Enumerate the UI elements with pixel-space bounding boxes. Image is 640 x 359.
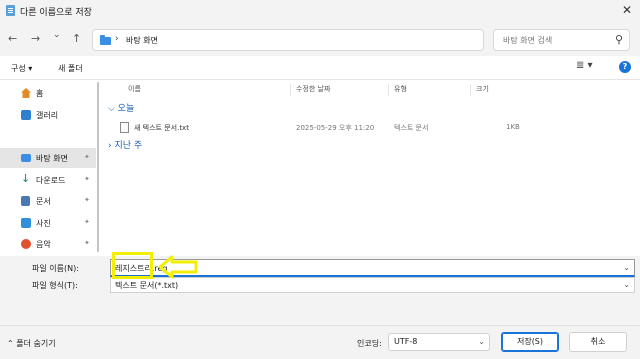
file-modified: 2025-05-29 오후 11:20 bbox=[296, 124, 375, 132]
column-header-modified[interactable]: 수정한 날짜 bbox=[296, 84, 330, 94]
file-list: 이름 수정한 날짜 유형 크기 ⌵ 오늘 새 텍스트 문서.txt 2025-0… bbox=[100, 80, 640, 256]
chevron-right-icon[interactable]: › bbox=[115, 34, 119, 44]
bottom-bar: ⌃ 폴더 숨기기 인코딩: UTF-8 ⌄ 저장(S) 취소 bbox=[0, 325, 640, 359]
cancel-button[interactable]: 취소 bbox=[569, 332, 627, 352]
pictures-icon bbox=[21, 218, 31, 228]
home-icon bbox=[21, 88, 31, 98]
navigation-pane: 홈 갤러리 바탕 화면 ✦ ↓ 다운로드 ✦ 문서 ✦ 사진 ✦ 음악 ✦ bbox=[0, 80, 100, 256]
file-type: 텍스트 문서 bbox=[394, 124, 429, 132]
column-divider[interactable] bbox=[470, 84, 471, 96]
search-input[interactable]: 바탕 화면 검색 bbox=[503, 35, 552, 46]
filename-label: 파일 이름(N): bbox=[32, 264, 79, 273]
file-row[interactable]: 새 텍스트 문서.txt 2025-05-29 오후 11:20 텍스트 문서 … bbox=[100, 121, 640, 137]
encoding-value[interactable]: UTF-8 bbox=[394, 337, 417, 346]
encoding-label: 인코딩: bbox=[357, 339, 382, 348]
desktop-icon bbox=[21, 154, 31, 162]
view-options-icon[interactable]: ≣ ▾ bbox=[576, 60, 593, 71]
chevron-down-icon[interactable]: ⌄ bbox=[623, 280, 630, 289]
command-toolbar: 구성 ▾ 새 폴더 ≣ ▾ ? bbox=[0, 56, 640, 80]
save-button[interactable]: 저장(S) bbox=[501, 332, 559, 352]
up-arrow-icon[interactable]: ↑ bbox=[72, 32, 81, 45]
recent-locations-icon[interactable]: ⌄ bbox=[53, 30, 61, 40]
sidebar-item-label: 다운로드 bbox=[36, 176, 66, 185]
filetype-label: 파일 형식(T): bbox=[32, 281, 78, 290]
sidebar-item-downloads[interactable]: ↓ 다운로드 ✦ bbox=[0, 170, 96, 190]
chevron-down-icon[interactable]: ⌄ bbox=[623, 263, 630, 272]
back-arrow-icon[interactable]: ← bbox=[8, 32, 17, 45]
pin-icon[interactable]: ✦ bbox=[84, 218, 90, 226]
search-box[interactable]: 바탕 화면 검색 ⚲ bbox=[493, 29, 630, 51]
breadcrumb-desktop[interactable]: 바탕 화면 bbox=[126, 35, 158, 46]
download-icon: ↓ bbox=[21, 172, 31, 185]
column-header-name[interactable]: 이름 bbox=[128, 84, 141, 94]
pin-icon[interactable]: ✦ bbox=[84, 175, 90, 183]
group-header-today[interactable]: ⌵ 오늘 bbox=[108, 101, 134, 114]
highlight-box bbox=[112, 252, 153, 279]
pin-icon[interactable]: ✦ bbox=[84, 153, 90, 161]
pin-icon[interactable]: ✦ bbox=[84, 239, 90, 247]
column-header-size[interactable]: 크기 bbox=[476, 84, 489, 94]
sidebar-item-label: 음악 bbox=[36, 240, 51, 249]
desktop-folder-icon bbox=[100, 35, 111, 45]
window-title: 다른 이름으로 저장 bbox=[20, 8, 92, 18]
left-arrow-icon bbox=[158, 255, 198, 279]
documents-icon bbox=[21, 196, 30, 206]
group-header-last-week[interactable]: › 지난 주 bbox=[108, 138, 142, 151]
text-file-icon bbox=[120, 122, 129, 133]
new-folder-button[interactable]: 새 폴더 bbox=[58, 63, 83, 74]
music-icon bbox=[21, 239, 31, 249]
sidebar-item-gallery[interactable]: 갤러리 bbox=[0, 105, 96, 125]
sidebar-item-home[interactable]: 홈 bbox=[0, 83, 96, 103]
column-divider[interactable] bbox=[290, 84, 291, 96]
sidebar-item-documents[interactable]: 문서 ✦ bbox=[0, 191, 96, 211]
column-divider[interactable] bbox=[388, 84, 389, 96]
save-form: 파일 이름(N): 레지스트리.reg ⌄ 파일 형식(T): 텍스트 문서(*… bbox=[0, 256, 640, 359]
sidebar-item-label: 바탕 화면 bbox=[36, 154, 68, 163]
close-button[interactable]: ✕ bbox=[622, 3, 632, 17]
help-icon[interactable]: ? bbox=[619, 61, 631, 73]
file-name: 새 텍스트 문서.txt bbox=[134, 124, 189, 132]
sidebar-item-label: 문서 bbox=[36, 197, 51, 206]
notepad-icon bbox=[6, 5, 15, 16]
sidebar-item-label: 사진 bbox=[36, 219, 51, 228]
encoding-select[interactable]: UTF-8 ⌄ bbox=[388, 333, 490, 351]
organize-button[interactable]: 구성 ▾ bbox=[11, 63, 32, 74]
hide-folders-button[interactable]: ⌃ 폴더 숨기기 bbox=[7, 338, 56, 349]
title-bar: 다른 이름으로 저장 ✕ bbox=[0, 0, 640, 22]
forward-arrow-icon[interactable]: → bbox=[31, 32, 40, 45]
sidebar-item-pictures[interactable]: 사진 ✦ bbox=[0, 213, 96, 233]
search-icon[interactable]: ⚲ bbox=[615, 33, 623, 46]
file-size: 1KB bbox=[506, 123, 520, 131]
sidebar-item-label: 갤러리 bbox=[36, 111, 59, 120]
address-bar[interactable]: › 바탕 화면 ⌄ ↻ bbox=[92, 29, 571, 51]
chevron-down-icon[interactable]: ⌄ bbox=[478, 337, 485, 346]
filetype-value[interactable]: 텍스트 문서(*.txt) bbox=[115, 280, 178, 291]
sidebar-item-label: 홈 bbox=[36, 89, 44, 98]
sidebar-scrollbar[interactable] bbox=[97, 82, 99, 252]
column-header-type[interactable]: 유형 bbox=[394, 84, 407, 94]
gallery-icon bbox=[21, 110, 31, 120]
sidebar-item-music[interactable]: 음악 ✦ bbox=[0, 234, 96, 254]
sidebar-item-desktop[interactable]: 바탕 화면 ✦ bbox=[0, 148, 96, 168]
navigation-bar: ← → ⌄ ↑ › 바탕 화면 ⌄ ↻ 바탕 화면 검색 ⚲ bbox=[0, 22, 640, 56]
pin-icon[interactable]: ✦ bbox=[84, 196, 90, 204]
